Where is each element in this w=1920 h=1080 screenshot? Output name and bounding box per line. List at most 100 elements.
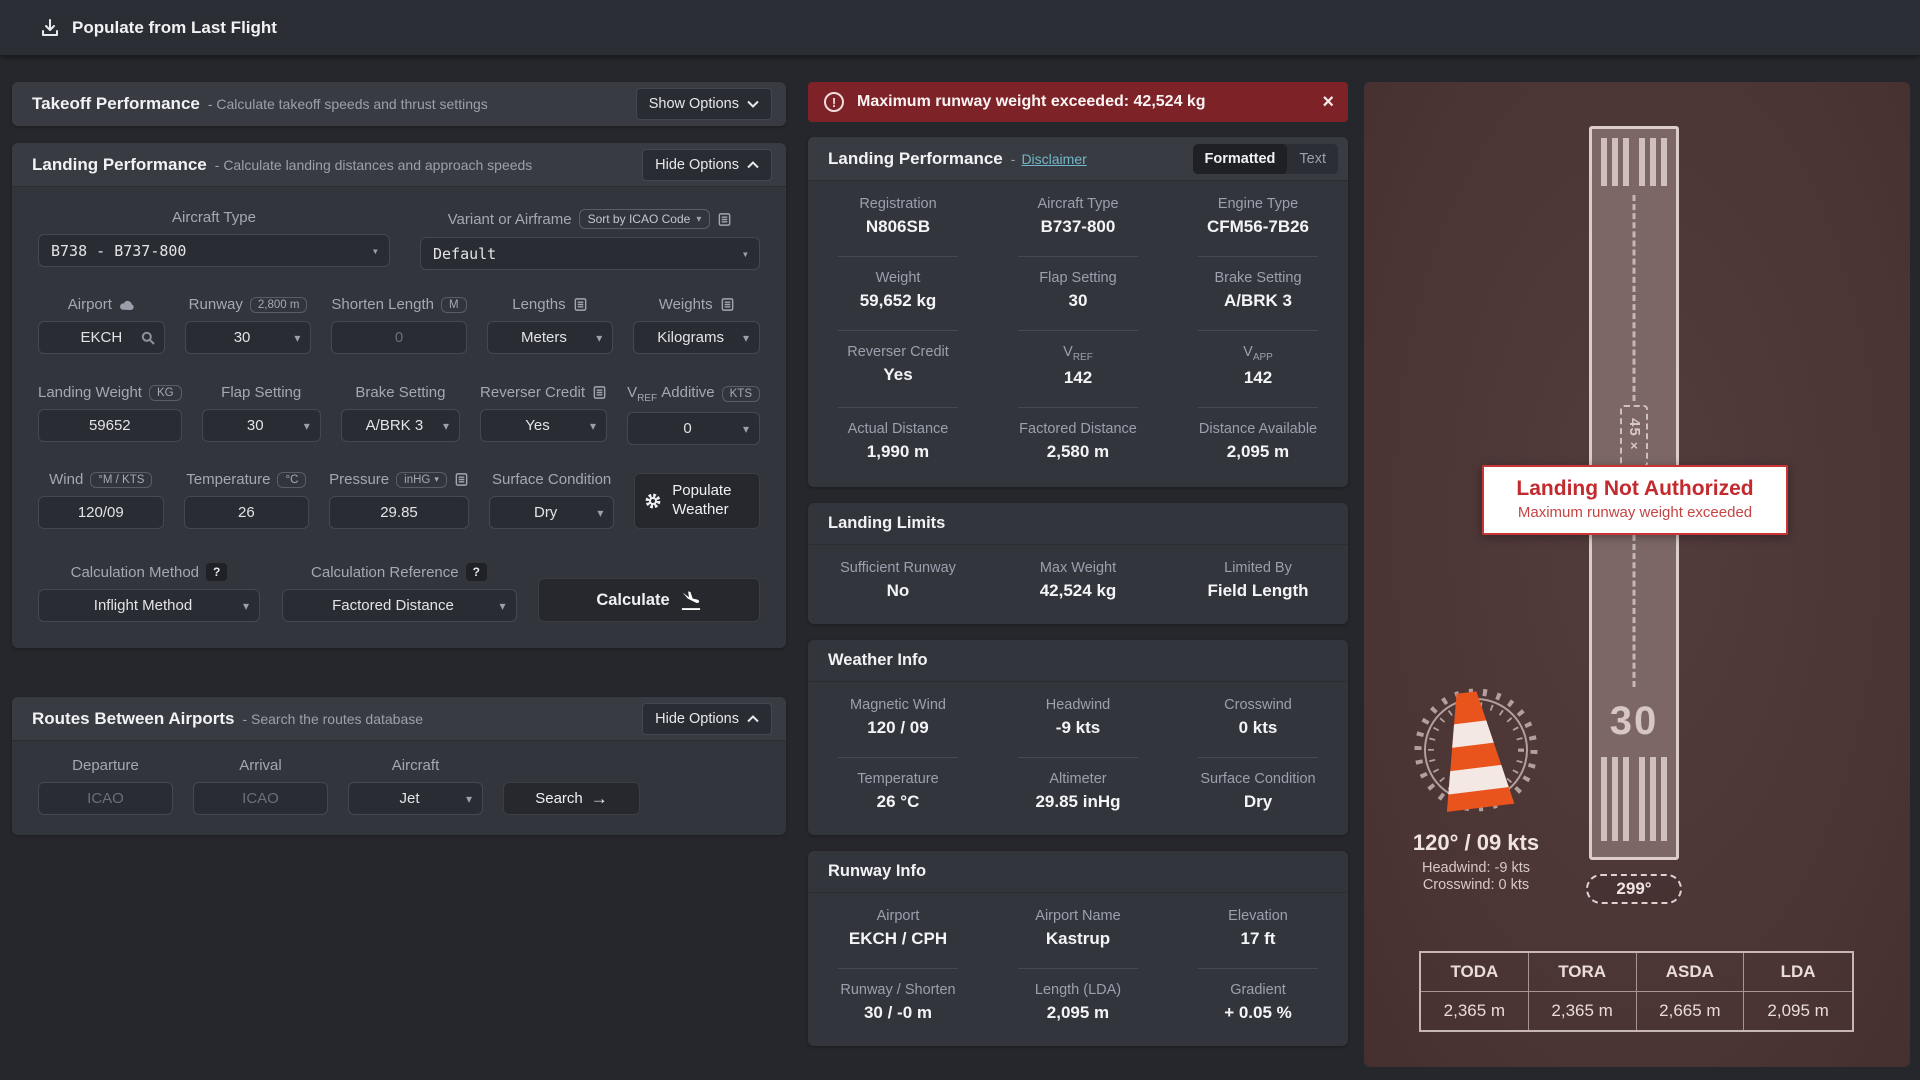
aircraft-type-value: B738 - B737-800 [51, 242, 186, 260]
search-button[interactable]: Search → [503, 782, 640, 815]
surface-condition-select[interactable]: Dry ▾ [489, 496, 615, 529]
weather-value: 120 / 09 [838, 718, 958, 738]
lengths-label: Lengths [512, 296, 565, 313]
calc-method-help-icon[interactable]: ? [206, 563, 227, 581]
routes-panel-title: Routes Between Airports [32, 709, 234, 729]
error-banner: ! Maximum runway weight exceeded: 42,524… [808, 82, 1348, 122]
variant-presets-icon[interactable] [717, 212, 732, 227]
reverser-credit-value: Yes [525, 417, 549, 434]
caret-down-icon: ▾ [434, 474, 439, 485]
flap-setting-select[interactable]: 30 ▾ [202, 409, 321, 442]
variant-label-row: Variant or Airframe Sort by ICAO Code ▾ [420, 209, 760, 229]
runway-length-badge: 2,800 m [250, 297, 308, 313]
calc-method-label: Calculation Method [71, 564, 199, 581]
routes-hide-options-button[interactable]: Hide Options [642, 703, 772, 735]
takeoff-panel-subtitle: - Calculate takeoff speeds and thrust se… [208, 96, 488, 112]
landing-panel-header: Landing Performance - Calculate landing … [12, 143, 786, 187]
limit-label: Limited By [1198, 560, 1318, 576]
shorten-length-input[interactable] [332, 322, 465, 353]
variant-sort-select[interactable]: Sort by ICAO Code ▾ [579, 209, 711, 229]
caret-down-icon: ▾ [466, 792, 472, 806]
top-bar: Populate from Last Flight [0, 0, 1920, 56]
calc-reference-label-row: Calculation Reference ? [282, 563, 517, 581]
runway-centerline [1633, 195, 1636, 401]
close-icon[interactable]: × [1322, 92, 1334, 112]
weights-label-row: Weights [633, 296, 760, 313]
runway-info-label: Gradient [1198, 982, 1318, 998]
pressure-presets-icon[interactable] [454, 472, 469, 487]
temperature-input[interactable] [185, 497, 309, 528]
wind-direction-speed: 120° / 09 kts [1371, 830, 1581, 856]
temperature-input-wrap [184, 496, 310, 529]
result-label: Actual Distance [838, 421, 958, 437]
wind-unit-badge: °M / KTS [90, 472, 152, 488]
flap-setting-value: 30 [247, 417, 264, 434]
pressure-unit-select[interactable]: inHG▾ [396, 472, 447, 488]
brake-setting-select[interactable]: A/BRK 3 ▾ [341, 409, 460, 442]
weather-label: Altimeter [1018, 771, 1138, 787]
landing-hide-options-button[interactable]: Hide Options [642, 149, 772, 181]
runway-label-row: Runway 2,800 m [185, 296, 312, 313]
arrival-input[interactable] [194, 783, 327, 814]
vref-additive-select[interactable]: 0 ▾ [627, 412, 760, 445]
result-label: Distance Available [1198, 421, 1318, 437]
takeoff-show-options-button[interactable]: Show Options [636, 88, 772, 120]
takeoff-show-options-label: Show Options [649, 96, 739, 112]
view-text-tab[interactable]: Text [1287, 144, 1338, 174]
traffic-cone-compass-icon [1406, 680, 1546, 820]
route-aircraft-select[interactable]: Jet ▾ [348, 782, 483, 815]
pressure-input[interactable] [330, 497, 468, 528]
runway-select[interactable]: 30 ▾ [185, 321, 312, 354]
reverser-credit-select[interactable]: Yes ▾ [480, 409, 607, 442]
calculate-button[interactable]: Calculate [538, 578, 760, 622]
chevron-up-icon [747, 715, 759, 723]
shorten-length-label: Shorten Length [331, 296, 434, 313]
populate-from-last-flight-button[interactable]: Populate from Last Flight [40, 18, 277, 38]
lengths-presets-icon[interactable] [573, 297, 588, 312]
caret-down-icon: ▾ [372, 244, 379, 258]
results-panel-title: Landing Performance [828, 149, 1003, 169]
landing-weight-input[interactable] [39, 410, 181, 441]
chevron-up-icon [747, 161, 759, 169]
results-dash: - [1011, 151, 1016, 167]
departure-input-wrap [38, 782, 173, 815]
result-value: Yes [838, 365, 958, 385]
weights-presets-icon[interactable] [720, 297, 735, 312]
app-window: Populate from Last Flight Takeoff Perfor… [0, 0, 1920, 1080]
calc-method-select[interactable]: Inflight Method ▾ [38, 589, 260, 622]
caret-down-icon: ▾ [742, 247, 749, 261]
vref-additive-value: 0 [683, 420, 691, 437]
results-row-2: Weight59,652 kg Flap Setting30 Brake Set… [808, 257, 1348, 331]
aircraft-type-select[interactable]: B738 - B737-800 ▾ [38, 234, 390, 267]
departure-input[interactable] [39, 783, 172, 814]
lengths-unit-select[interactable]: Meters ▾ [487, 321, 614, 354]
results-row-3: Reverser CreditYes VREF142 VAPP142 [808, 331, 1348, 408]
variant-select[interactable]: Default ▾ [420, 237, 760, 270]
calc-reference-select[interactable]: Factored Distance ▾ [282, 589, 517, 622]
runway-info-value: Kastrup [1018, 929, 1138, 949]
calc-reference-help-icon[interactable]: ? [466, 563, 487, 581]
view-formatted-tab[interactable]: Formatted [1193, 144, 1288, 174]
runway-info-label: Length (LDA) [1018, 982, 1138, 998]
result-value: 2,095 m [1198, 442, 1318, 462]
displaced-threshold-marker: 45 × [1620, 405, 1648, 467]
temperature-label-row: Temperature °C [184, 471, 310, 488]
result-value: 30 [1018, 291, 1138, 311]
wind-input[interactable] [39, 497, 163, 528]
weather-value: -9 kts [1018, 718, 1138, 738]
arrival-label: Arrival [193, 757, 328, 774]
weather-icon[interactable] [119, 299, 135, 311]
limit-value: Field Length [1198, 581, 1318, 601]
weights-label: Weights [659, 296, 713, 313]
takeoff-panel-header: Takeoff Performance - Calculate takeoff … [12, 82, 786, 126]
result-value: N806SB [838, 217, 958, 237]
weather-label: Surface Condition [1198, 771, 1318, 787]
displaced-threshold-x: × [1630, 438, 1638, 453]
caret-down-icon: ▾ [696, 214, 701, 225]
weights-unit-select[interactable]: Kilograms ▾ [633, 321, 760, 354]
runway-info-label: Airport [838, 908, 958, 924]
runway-info-row-1: AirportEKCH / CPH Airport NameKastrup El… [808, 895, 1348, 969]
reverser-presets-icon[interactable] [592, 385, 607, 400]
disclaimer-link[interactable]: Disclaimer [1021, 151, 1086, 167]
populate-weather-button[interactable]: Populate Weather [634, 473, 760, 529]
